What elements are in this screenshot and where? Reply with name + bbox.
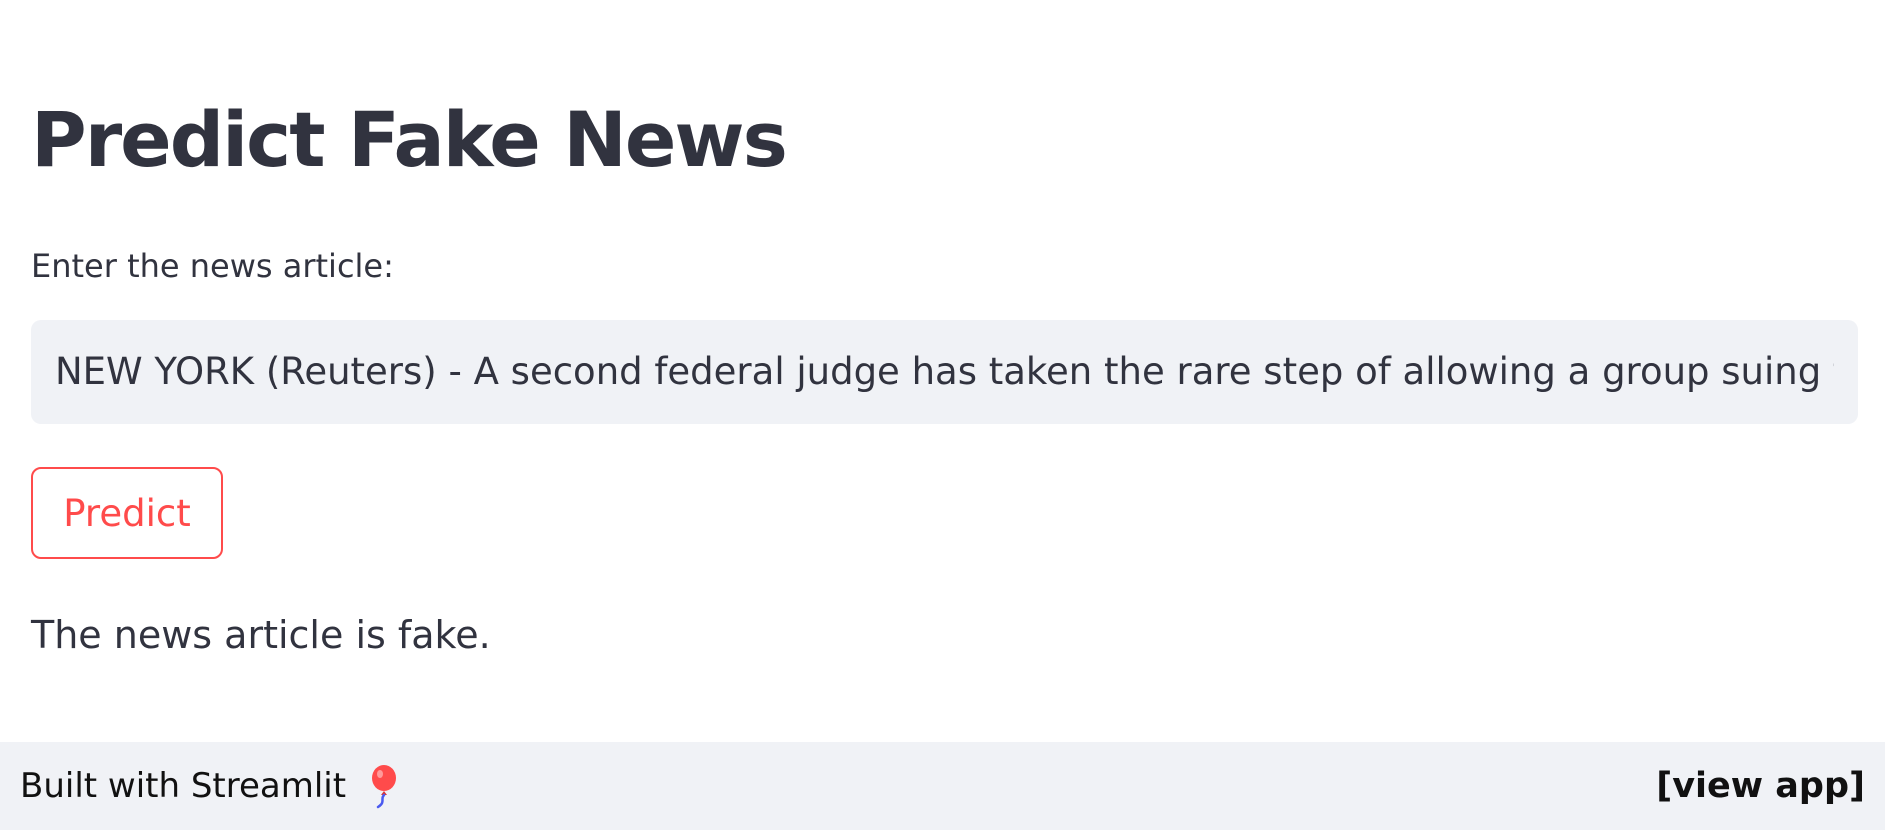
built-with-label: Built with Streamlit — [20, 766, 347, 806]
article-input-label: Enter the news article: — [31, 247, 394, 285]
article-input-value[interactable]: NEW YORK (Reuters) - A second federal ju… — [55, 348, 1834, 396]
article-input[interactable]: NEW YORK (Reuters) - A second federal ju… — [31, 320, 1858, 424]
footer: Built with Streamlit [view app] — [0, 742, 1885, 830]
predict-button[interactable]: Predict — [31, 467, 223, 559]
view-app-link[interactable]: [view app] — [1656, 766, 1865, 806]
page-title: Predict Fake News — [31, 95, 788, 184]
app-root: Predict Fake News Enter the news article… — [0, 0, 1885, 830]
prediction-result: The news article is fake. — [31, 613, 491, 657]
built-with-streamlit: Built with Streamlit — [20, 763, 402, 809]
balloon-icon — [362, 763, 402, 809]
